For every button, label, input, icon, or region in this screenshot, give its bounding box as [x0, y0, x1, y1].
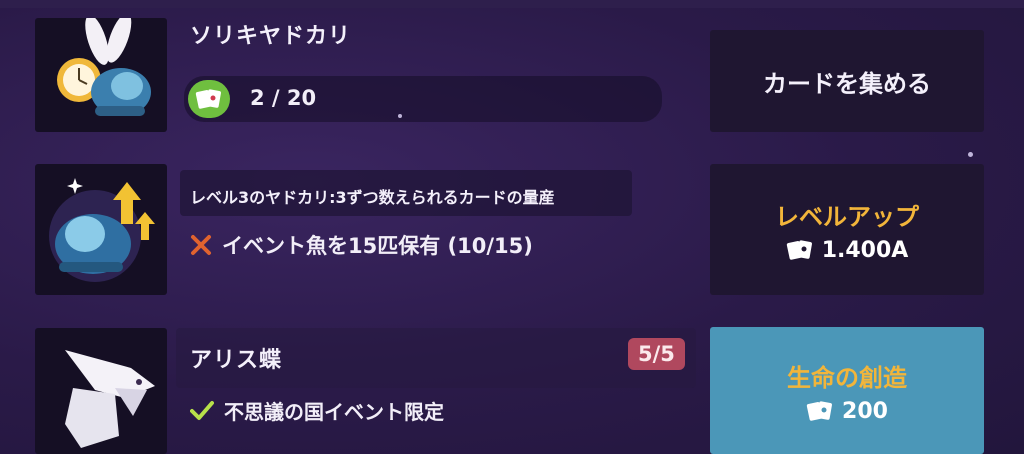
cross-icon — [191, 235, 211, 255]
creature-row-3: アリス蝶 5/5 不思議の国イベント限定 生命の創造 200 — [0, 320, 1024, 454]
collect-cards-label: カードを集める — [763, 69, 931, 98]
alice-butterfly-art — [65, 350, 155, 448]
create-life-cost: 200 — [806, 399, 888, 424]
create-life-cost-value: 200 — [842, 398, 888, 424]
card-deck-icon — [195, 89, 221, 109]
hermit-crab-rabbit-art — [57, 18, 151, 116]
sparkle — [398, 114, 402, 118]
collect-cards-button[interactable]: カードを集める — [710, 30, 984, 132]
card-deck-icon — [806, 401, 832, 421]
create-life-button[interactable]: 生命の創造 200 — [710, 327, 984, 454]
level-up-cost: 1.400A — [786, 237, 909, 263]
creature-row-1: ソリキヤドカリ 2 / 20 カードを集める — [0, 0, 1024, 140]
create-life-label: 生命の創造 — [787, 363, 907, 392]
level-description-chip: レベル3のヤドカリ:3ずつ数えられるカードの量産 — [180, 170, 632, 216]
level-up-button[interactable]: レベルアップ 1.400A — [710, 164, 984, 295]
card-deck-icon — [786, 240, 812, 260]
creature-row-2: レベル3のヤドカリ:3ずつ数えられるカードの量産 イベント魚を15匹保有 (10… — [0, 160, 1024, 300]
count-badge: 5/5 — [628, 338, 685, 370]
requirement-row: 不思議の国イベント限定 — [190, 396, 444, 425]
requirement-text: 不思議の国イベント限定 — [224, 400, 444, 424]
progress-pill: 2 / 20 — [184, 76, 662, 122]
requirement-text: イベント魚を15匹保有 (10/15) — [222, 234, 533, 258]
level3-hermit-crab-thumbnail[interactable] — [35, 164, 167, 295]
sparkle — [968, 152, 973, 157]
alice-butterfly-thumbnail[interactable] — [35, 328, 167, 454]
progress-text: 2 / 20 — [250, 86, 317, 110]
level-up-cost-value: 1.400A — [821, 237, 909, 263]
row2-info-panel: レベル3のヤドカリ:3ずつ数えられるカードの量産 イベント魚を15匹保有 (10… — [176, 160, 696, 300]
row1-info-panel: ソリキヤドカリ 2 / 20 — [176, 0, 696, 140]
level3-hermit-crab-art — [49, 178, 155, 282]
requirement-row: イベント魚を15匹保有 (10/15) — [190, 230, 533, 260]
level-description: レベル3のヤドカリ:3ずつ数えられるカードの量産 — [190, 188, 555, 207]
creature-title: ソリキヤドカリ — [190, 24, 352, 49]
creature-title: アリス蝶 — [190, 348, 283, 373]
check-icon — [190, 400, 214, 420]
level-up-label: レベルアップ — [775, 202, 919, 231]
hermit-crab-rabbit-thumbnail[interactable] — [35, 18, 167, 132]
card-chip — [188, 80, 230, 118]
row3-info-panel: アリス蝶 5/5 不思議の国イベント限定 — [176, 320, 696, 454]
